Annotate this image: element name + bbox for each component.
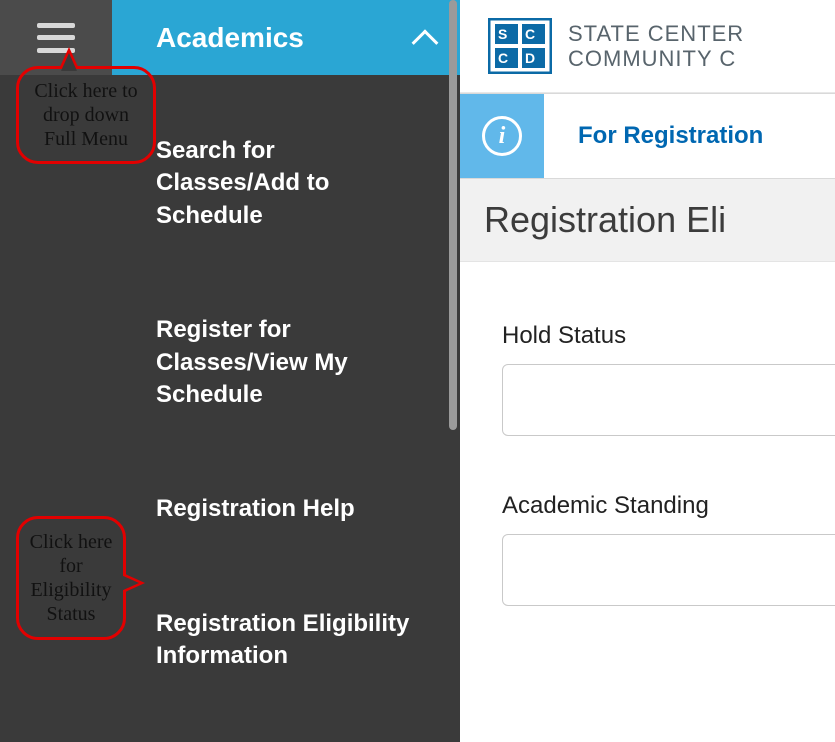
svg-text:C: C xyxy=(525,26,535,42)
brand-line2: COMMUNITY C xyxy=(568,46,744,71)
svg-text:C: C xyxy=(498,50,508,66)
annotation-text: Click here for Eligibility Status xyxy=(27,530,115,626)
hamburger-button[interactable] xyxy=(0,0,112,75)
sidebar-scrollbar[interactable] xyxy=(446,0,460,742)
academic-standing-value-box xyxy=(502,534,835,606)
field-academic-standing: Academic Standing xyxy=(502,492,835,606)
info-icon: i xyxy=(482,116,522,156)
form-area: Hold Status Academic Standing xyxy=(460,262,835,606)
annotation-menu-callout: Click here to drop down Full Menu xyxy=(16,66,156,164)
registration-info-link[interactable]: For Registration xyxy=(544,94,835,178)
sidebar-item-label: Registration Eligibility Information xyxy=(156,610,409,669)
field-hold-status: Hold Status xyxy=(502,322,835,436)
sidebar-item-label: Register for Classes/View My Schedule xyxy=(156,316,348,408)
sidebar-item-register-view-schedule[interactable]: Register for Classes/View My Schedule xyxy=(0,304,460,421)
page-title-bar: Registration Eli xyxy=(460,179,835,262)
annotation-eligibility-callout: Click here for Eligibility Status xyxy=(16,516,126,640)
svg-text:D: D xyxy=(525,50,535,66)
brand-logo-icon: S C C D xyxy=(488,18,552,74)
annotation-text: Click here to drop down Full Menu xyxy=(27,79,145,151)
hold-status-value-box xyxy=(502,364,835,436)
scrollbar-thumb[interactable] xyxy=(449,0,457,430)
info-banner: i For Registration xyxy=(460,93,835,179)
brand-text: STATE CENTER COMMUNITY C xyxy=(568,21,744,72)
info-link-text: For Registration xyxy=(578,122,763,150)
page-title: Registration Eli xyxy=(484,199,835,241)
brand-line1: STATE CENTER xyxy=(568,21,744,46)
chevron-up-icon xyxy=(410,23,440,53)
sidebar-item-label: Search for Classes/Add to Schedule xyxy=(156,137,329,229)
content-area: S C C D STATE CENTER COMMUNITY C i For R… xyxy=(460,0,835,742)
sidebar-menu: Search for Classes/Add to Schedule Regis… xyxy=(0,75,460,742)
field-label: Academic Standing xyxy=(502,492,835,520)
sidebar: Academics Search for Classes/Add to Sche… xyxy=(0,0,460,742)
info-icon-cell: i xyxy=(460,94,544,178)
sidebar-section-header[interactable]: Academics xyxy=(112,0,460,75)
sidebar-section-label: Academics xyxy=(156,22,304,54)
brand-header: S C C D STATE CENTER COMMUNITY C xyxy=(460,0,835,93)
field-label: Hold Status xyxy=(502,322,835,350)
svg-text:S: S xyxy=(498,26,507,42)
sidebar-item-label: Registration Help xyxy=(156,495,355,522)
app-root: Academics Search for Classes/Add to Sche… xyxy=(0,0,835,742)
